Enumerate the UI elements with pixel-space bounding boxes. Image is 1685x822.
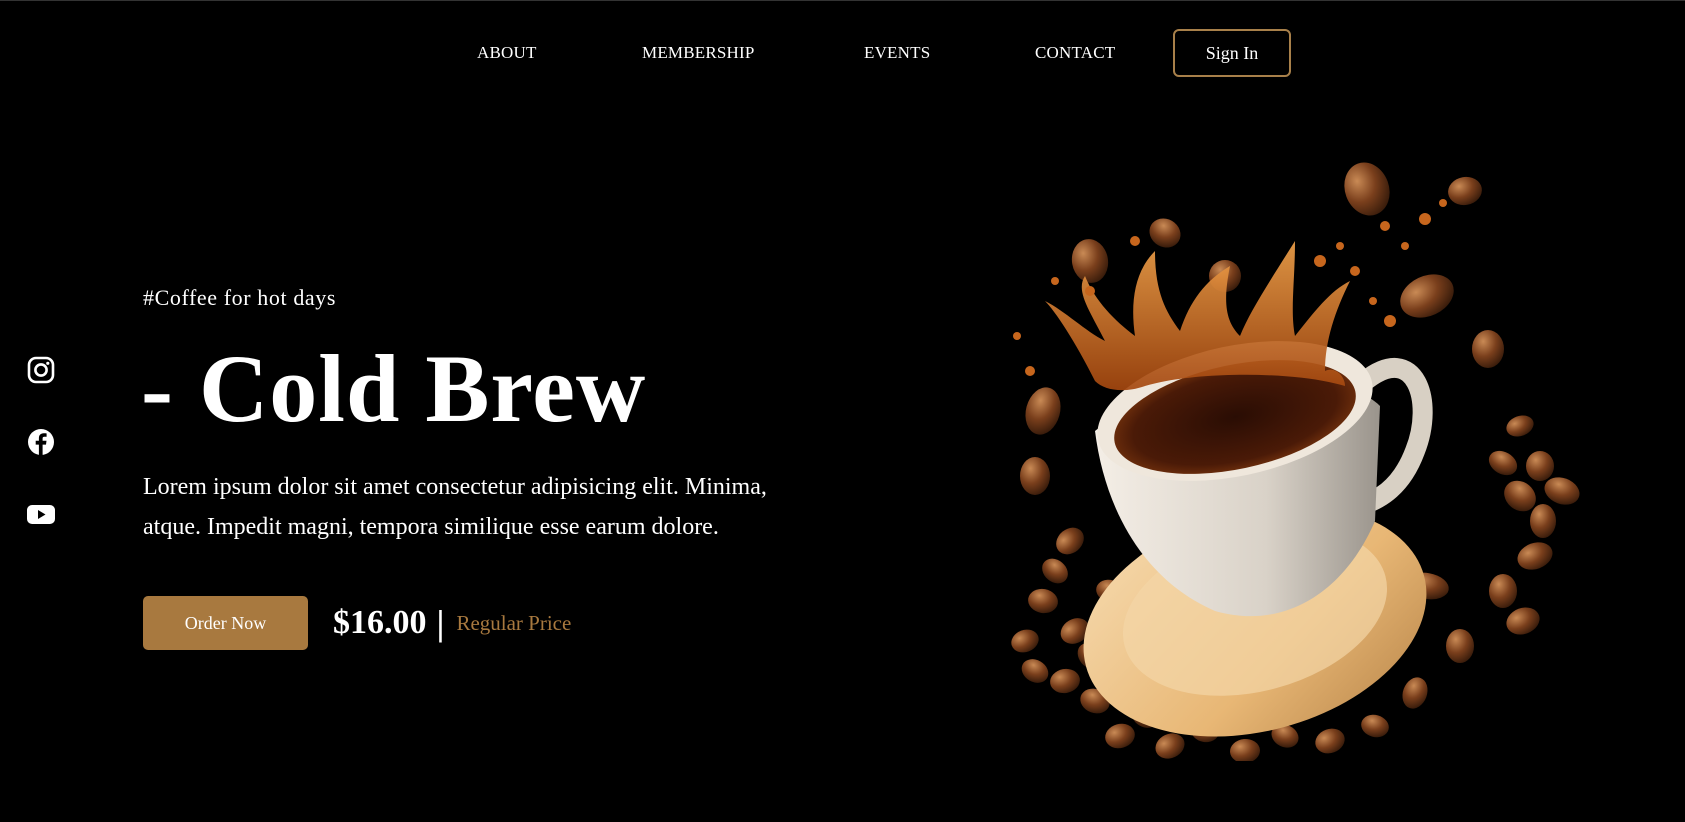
hero-description: Lorem ipsum dolor sit amet consectetur a… xyxy=(143,474,767,540)
coffee-cup-splash-image xyxy=(1011,162,1580,761)
hero-hashtag: #Coffee for hot days xyxy=(143,285,337,310)
nav-contact-link[interactable]: CONTACT xyxy=(1035,43,1115,63)
price-value: $16.00 xyxy=(333,604,427,641)
price-row: $16.00 | Regular Price xyxy=(333,601,571,645)
nav-membership-link[interactable]: MEMBERSHIP xyxy=(642,43,755,63)
sign-in-button[interactable]: Sign In xyxy=(1173,29,1291,77)
nav-events-link[interactable]: EVENTS xyxy=(864,43,930,63)
youtube-icon[interactable] xyxy=(26,499,56,529)
price-label: Regular Price xyxy=(456,610,572,635)
nav-about-link[interactable]: ABOUT xyxy=(477,43,537,63)
instagram-icon[interactable] xyxy=(26,355,56,385)
hero-title: - Cold Brew xyxy=(141,335,647,442)
top-navigation: ABOUT MEMBERSHIP EVENTS CONTACT Sign In xyxy=(0,29,1685,77)
price-separator: | xyxy=(436,603,445,643)
facebook-icon[interactable] xyxy=(26,427,56,457)
order-now-button[interactable]: Order Now xyxy=(143,596,308,650)
